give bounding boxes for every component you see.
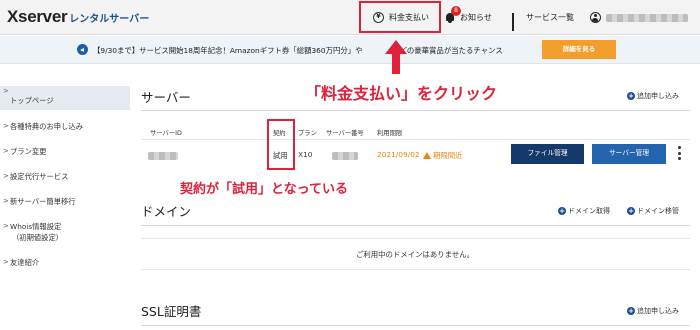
sidebar-item-label: 設定代行サービス xyxy=(10,172,69,181)
nav-account[interactable] xyxy=(590,0,695,35)
domain-acquire-label: ドメイン取得 xyxy=(568,207,610,215)
sidebar-item-top[interactable]: トップページ xyxy=(0,86,130,110)
ssl-divider xyxy=(141,325,690,326)
megaphone-icon xyxy=(77,44,88,55)
col-header-server-id: サーバーID xyxy=(150,130,182,137)
sidebar-item-label: トップページ xyxy=(10,96,54,105)
sidebar-item-migration[interactable]: 新サーバー簡単移行 xyxy=(0,196,130,207)
sidebar-item-benefits[interactable]: 各種特典のお申し込み xyxy=(0,121,130,132)
server-expiry-status: 期限間近 xyxy=(423,150,463,161)
col-header-server-number: サーバー番号 xyxy=(326,130,364,137)
logo-sub-text: レンタルサーバー xyxy=(69,14,150,25)
server-add-label: 追加申し込み xyxy=(637,92,679,100)
domain-acquire-link[interactable]: + ドメイン取得 xyxy=(558,206,610,216)
account-name-redacted xyxy=(606,13,688,22)
file-manager-button[interactable]: ファイル管理 xyxy=(511,144,584,164)
server-expiry-date: 2021/09/02 xyxy=(377,150,420,159)
bell-icon: 8 xyxy=(445,6,461,23)
col-header-plan: プラン xyxy=(298,130,317,137)
server-plan: X10 xyxy=(298,150,313,159)
payment-highlight-box xyxy=(359,1,441,33)
domain-empty-message: ご利用中のドメインはありません。 xyxy=(355,250,475,259)
contract-highlight-box xyxy=(267,119,295,170)
xserver-logo[interactable]: Xserver レンタルサーバー xyxy=(7,7,149,29)
sidebar-item-plan-change[interactable]: プラン変更 xyxy=(0,146,130,157)
domain-transfer-link[interactable]: + ドメイン移管 xyxy=(627,206,679,216)
notice-badge: 8 xyxy=(451,6,461,16)
sidebar-item-label: 新サーバー簡単移行 xyxy=(10,197,76,206)
expiry-status-label: 期限間近 xyxy=(433,151,463,160)
sidebar-item-setup-service[interactable]: 設定代行サービス xyxy=(0,171,130,182)
server-section-title: サーバー xyxy=(141,90,191,105)
sidebar-item-label: 各種特典のお申し込み xyxy=(10,122,83,131)
user-icon xyxy=(590,12,601,23)
sidebar-item-label: Whois情報設定 xyxy=(10,222,62,231)
plus-circle-icon: + xyxy=(558,207,566,215)
red-arrow-up-icon xyxy=(385,40,407,74)
table-header-divider xyxy=(141,139,690,140)
domain-section-title: ドメイン xyxy=(141,204,192,219)
domain-divider xyxy=(141,225,690,226)
warning-icon xyxy=(423,152,431,159)
server-divider xyxy=(141,110,690,111)
grid-icon xyxy=(512,13,521,31)
sidebar: トップページ 各種特典のお申し込み プラン変更 設定代行サービス 新サーバー簡単… xyxy=(0,86,130,268)
sidebar-item-sublabel: （初期値設定） xyxy=(12,233,64,242)
domain-bottom-divider xyxy=(141,269,690,270)
server-add-link[interactable]: + 追加申し込み xyxy=(627,91,679,101)
campaign-banner: 【9/30まで】サービス開始18周年記念！Amazonギフト券「総額360万円分… xyxy=(0,36,700,64)
payment-instruction-note: 「料金支払い」をクリック xyxy=(305,84,498,103)
server-id-redacted xyxy=(148,152,178,162)
sidebar-item-referral[interactable]: 友達紹介 xyxy=(0,257,130,268)
plus-circle-icon: + xyxy=(627,307,635,315)
nav-notice[interactable]: 8 お知らせ xyxy=(445,0,500,35)
domain-transfer-label: ドメイン移管 xyxy=(637,207,679,215)
nav-services-label: サービス一覧 xyxy=(526,13,574,22)
logo-main-text: Xserver xyxy=(7,7,68,26)
nav-notice-label: お知らせ xyxy=(460,13,492,22)
ssl-section-title: SSL証明書 xyxy=(141,304,202,319)
server-number-redacted xyxy=(332,152,358,162)
plus-circle-icon: + xyxy=(627,92,635,100)
sidebar-item-label: プラン変更 xyxy=(10,147,47,156)
campaign-text: 【9/30まで】サービス開始18周年記念！Amazonギフト券「総額360万円分… xyxy=(93,46,503,55)
campaign-details-button[interactable]: 詳細を見る xyxy=(542,40,616,59)
global-header: Xserver レンタルサーバー ¥ 料金支払い 8 お知らせ サービス一覧 xyxy=(0,0,700,35)
server-manager-button[interactable]: サーバー管理 xyxy=(592,144,666,164)
more-options-icon[interactable] xyxy=(678,146,682,160)
ssl-add-link[interactable]: + 追加申し込み xyxy=(627,306,679,316)
ssl-add-label: 追加申し込み xyxy=(637,307,679,315)
sidebar-item-label: 友達紹介 xyxy=(10,258,40,267)
sidebar-item-whois[interactable]: Whois情報設定 （初期値設定） xyxy=(0,221,130,243)
col-header-expiry: 利用期限 xyxy=(377,130,403,137)
nav-services[interactable]: サービス一覧 xyxy=(512,0,582,35)
contract-instruction-note: 契約が「試用」となっている xyxy=(180,182,348,197)
domain-table-divider xyxy=(141,238,690,239)
plus-circle-icon: + xyxy=(627,207,635,215)
